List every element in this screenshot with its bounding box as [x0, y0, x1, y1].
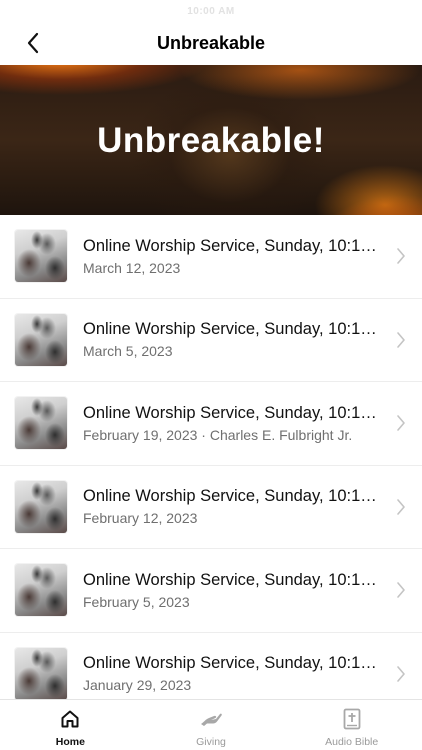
bible-icon — [343, 708, 361, 730]
sermon-title: Online Worship Service, Sunday, 10:1… — [83, 487, 377, 506]
banner-title: Unbreakable! — [97, 121, 325, 160]
sermon-date: January 29, 2023 — [83, 677, 192, 694]
list-item[interactable]: Online Worship Service, Sunday, 10:1… Ja… — [0, 633, 422, 699]
list-item[interactable]: Online Worship Service, Sunday, 10:1… Fe… — [0, 466, 422, 549]
sermon-thumbnail — [15, 480, 67, 533]
list-item[interactable]: Online Worship Service, Sunday, 10:1… Fe… — [0, 382, 422, 466]
navigation-bar: Unbreakable — [0, 22, 422, 65]
sermon-thumbnail — [15, 647, 67, 699]
sermon-list: Online Worship Service, Sunday, 10:1… Ma… — [0, 215, 422, 699]
home-icon — [61, 710, 79, 728]
sermon-title: Online Worship Service, Sunday, 10:1… — [83, 320, 377, 339]
chevron-right-icon — [397, 415, 405, 432]
sermon-date: March 5, 2023 — [83, 343, 173, 360]
list-item[interactable]: Online Worship Service, Sunday, 10:1… Ma… — [0, 215, 422, 299]
sermon-title: Online Worship Service, Sunday, 10:1… — [83, 236, 377, 255]
tab-audio-bible-label: Audio Bible — [325, 736, 379, 748]
tab-home[interactable]: Home — [0, 700, 141, 750]
chevron-right-icon — [397, 582, 405, 599]
page-title: Unbreakable — [156, 33, 266, 53]
back-button[interactable] — [20, 30, 46, 56]
giving-hand-icon — [201, 713, 222, 726]
list-item[interactable]: Online Worship Service, Sunday, 10:1… Ma… — [0, 299, 422, 382]
sermon-date: February 5, 2023 — [83, 593, 190, 610]
sermon-thumbnail — [15, 313, 67, 366]
sermon-date: March 12, 2023 — [83, 259, 181, 276]
chevron-right-icon — [397, 248, 405, 265]
sermon-date-speaker: February 19, 2023 · Charles E. Fulbright… — [83, 426, 353, 443]
series-banner: Unbreakable! — [0, 65, 422, 215]
list-item[interactable]: Online Worship Service, Sunday, 10:1… Fe… — [0, 549, 422, 633]
tab-audio-bible[interactable]: Audio Bible — [281, 700, 422, 750]
tab-giving[interactable]: Giving — [141, 700, 282, 750]
chevron-left-icon — [27, 32, 39, 54]
tab-home-label: Home — [55, 736, 85, 748]
sermon-thumbnail — [15, 564, 67, 617]
sermon-thumbnail — [15, 397, 67, 450]
sermon-thumbnail — [15, 230, 67, 283]
sermon-date: February 12, 2023 — [83, 510, 198, 527]
tab-bar: Home Giving Audio Bible — [0, 699, 422, 750]
chevron-right-icon — [397, 498, 405, 515]
status-bar: 10:00 AM — [0, 0, 422, 22]
sermon-title: Online Worship Service, Sunday, 10:1… — [83, 654, 377, 673]
status-time: 10:00 AM — [187, 5, 235, 17]
sermon-title: Online Worship Service, Sunday, 10:1… — [83, 570, 377, 589]
sermon-title: Online Worship Service, Sunday, 10:1… — [83, 403, 377, 422]
chevron-right-icon — [397, 665, 405, 682]
chevron-right-icon — [397, 331, 405, 348]
tab-giving-label: Giving — [196, 736, 226, 748]
